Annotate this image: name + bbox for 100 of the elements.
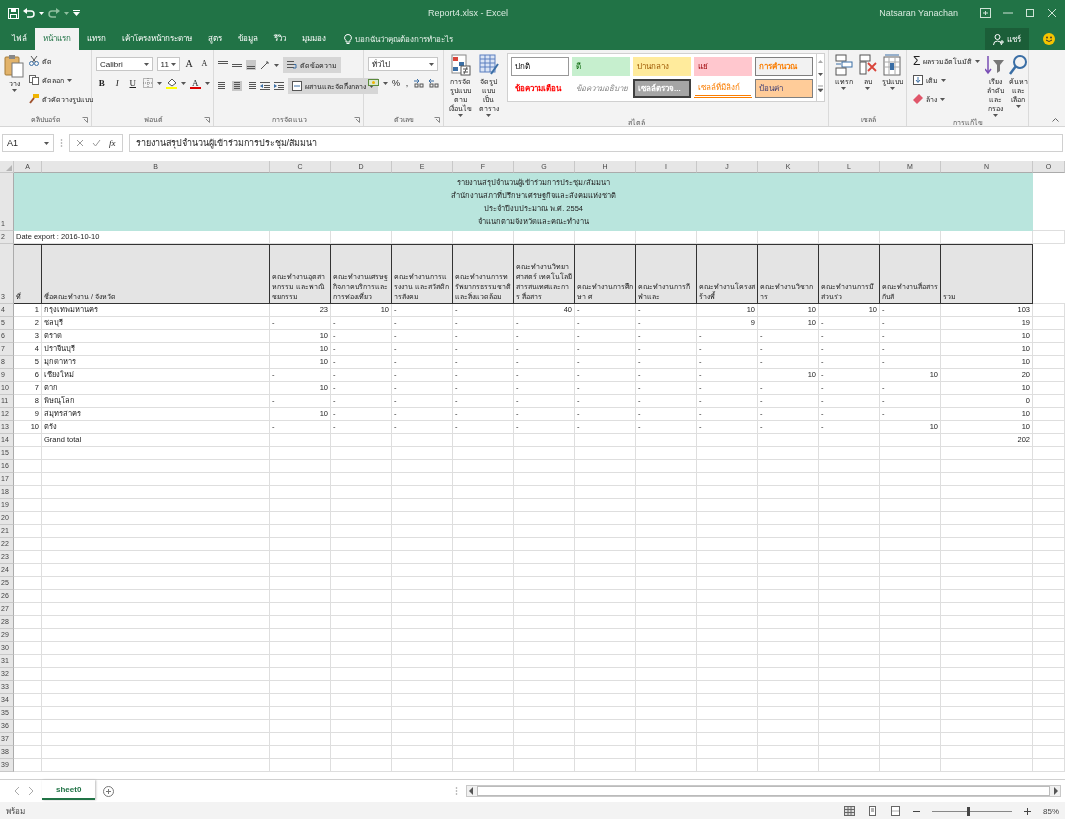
- user-name[interactable]: Natsaran Yanachan: [879, 8, 958, 18]
- sort-filter-icon: [985, 54, 1006, 76]
- copy-icon: [29, 75, 39, 85]
- ribbon-tab[interactable]: มุมมอง: [294, 28, 334, 50]
- borders-icon[interactable]: [142, 78, 153, 88]
- cell-style-option[interactable]: ดี: [572, 57, 630, 76]
- restore-icon[interactable]: [1025, 8, 1035, 18]
- zoom-level[interactable]: 85%: [1043, 806, 1059, 816]
- format-cells-icon: [883, 54, 902, 76]
- page-layout-icon[interactable]: [867, 806, 878, 816]
- new-sheet-icon[interactable]: [103, 785, 115, 797]
- merge-cells-icon: [292, 81, 302, 91]
- caret-icon: [143, 62, 149, 66]
- cell-style-option[interactable]: ปานกลาง: [633, 57, 691, 76]
- cell-style-option[interactable]: แย่: [694, 57, 752, 76]
- ribbon-tab[interactable]: ข้อมูล: [230, 28, 266, 50]
- insert-function-button[interactable]: fx: [109, 138, 116, 148]
- ribbon-tab[interactable]: รีวิว: [266, 28, 294, 50]
- zoom-in-icon[interactable]: [1024, 807, 1031, 815]
- undo-icon[interactable]: [23, 7, 35, 19]
- delete-cells-icon: [859, 54, 877, 76]
- shrink-font-button[interactable]: A: [198, 57, 210, 71]
- select-all-icon[interactable]: [6, 165, 12, 171]
- increase-decimal-icon[interactable]: [414, 78, 425, 88]
- bold-button[interactable]: B: [96, 76, 108, 90]
- ribbon-tab[interactable]: สูตร: [200, 28, 230, 50]
- smiley-icon[interactable]: [1043, 33, 1055, 45]
- caret-icon: [39, 11, 44, 15]
- cell-style-option[interactable]: ป้อนค่า: [755, 79, 813, 98]
- tell-me-search[interactable]: บอกฉันว่าคุณต้องการทำอะไร: [344, 28, 453, 50]
- enter-icon[interactable]: [92, 139, 101, 147]
- decrease-indent-icon[interactable]: [260, 81, 270, 91]
- dialog-launcher-icon[interactable]: [82, 117, 88, 123]
- table-format-icon: [478, 54, 499, 76]
- number-format-field[interactable]: ทั่วไป: [368, 57, 438, 71]
- formula-field[interactable]: รายงานสรุปจำนวนผู้เข้าร่วมการประชุม/สัมมนา: [128, 134, 1063, 152]
- font-size-field[interactable]: 11: [156, 57, 180, 71]
- ribbon-tab[interactable]: ไฟล์: [4, 28, 35, 50]
- cell-style-option[interactable]: ปกติ: [511, 57, 569, 76]
- ribbon-tab[interactable]: แทรก: [79, 28, 114, 50]
- grip-icon: [60, 138, 63, 148]
- font-color-button[interactable]: A: [189, 77, 201, 89]
- caret-icon: [865, 87, 871, 90]
- paintbrush-icon: [29, 94, 39, 104]
- cell-style-option[interactable]: ข้อความเตือน: [511, 79, 569, 98]
- window-title: Report4.xlsx - Excel: [428, 8, 510, 18]
- ribbon-tab[interactable]: เค้าโครงหน้ากระดาษ: [114, 28, 200, 50]
- text-orientation-icon[interactable]: [260, 60, 270, 70]
- page-break-icon[interactable]: [890, 806, 901, 816]
- grip-icon: [455, 786, 458, 796]
- caret-icon: [180, 81, 186, 85]
- zoom-slider-thumb[interactable]: [967, 806, 970, 816]
- currency-icon[interactable]: [368, 78, 379, 88]
- caret-icon: [429, 62, 434, 66]
- underline-button[interactable]: U: [127, 76, 139, 90]
- align-bottom-icon[interactable]: [246, 60, 256, 70]
- scroll-left-icon[interactable]: [467, 786, 475, 796]
- close-icon[interactable]: [1047, 8, 1057, 18]
- caret-icon: [170, 62, 176, 66]
- sheet-tab[interactable]: sheet0: [42, 780, 96, 800]
- caret-icon: [941, 78, 946, 82]
- caret-icon: [64, 11, 69, 15]
- increase-indent-icon[interactable]: [274, 81, 284, 91]
- share-button[interactable]: แชร์: [985, 28, 1029, 50]
- decrease-decimal-icon[interactable]: [429, 78, 440, 88]
- wrap-text-icon: [287, 60, 297, 70]
- ribbon-tab[interactable]: หน้าแรก: [35, 28, 79, 50]
- dialog-launcher-icon[interactable]: [354, 117, 360, 123]
- caret-icon: [369, 84, 374, 88]
- dialog-launcher-icon[interactable]: [204, 117, 210, 123]
- redo-icon[interactable]: [48, 7, 60, 19]
- comma-button[interactable]: ,: [404, 76, 410, 90]
- dialog-launcher-icon[interactable]: [434, 117, 440, 123]
- cell-style-option[interactable]: ข้อความอธิบาย: [572, 79, 630, 98]
- save-icon[interactable]: [8, 7, 19, 19]
- align-right-icon[interactable]: [246, 81, 256, 91]
- cancel-icon[interactable]: [76, 139, 84, 147]
- percent-button[interactable]: %: [392, 76, 400, 90]
- italic-button[interactable]: I: [111, 76, 123, 90]
- name-box[interactable]: A1: [2, 134, 54, 152]
- caret-icon: [975, 59, 981, 63]
- grow-font-button[interactable]: A: [183, 57, 195, 71]
- caret-icon: [992, 114, 998, 117]
- ribbon-options-icon[interactable]: [980, 8, 991, 18]
- align-left-icon[interactable]: [218, 81, 228, 91]
- caret-icon: [205, 81, 210, 85]
- caret-icon: [486, 114, 491, 117]
- normal-view-icon[interactable]: [844, 806, 855, 816]
- font-name-field[interactable]: Calibri: [96, 57, 153, 71]
- customize-icon[interactable]: [73, 10, 80, 16]
- eraser-icon: [913, 94, 923, 104]
- conditional-format-icon: [450, 54, 471, 76]
- horizontal-scrollbar[interactable]: [466, 785, 1061, 797]
- collapse-ribbon-icon[interactable]: [1052, 117, 1059, 122]
- caret-icon: [889, 87, 895, 90]
- clipboard-icon: [4, 54, 24, 78]
- scroll-right-icon[interactable]: [1052, 786, 1060, 796]
- caret-icon: [841, 87, 847, 90]
- align-center-icon[interactable]: [232, 81, 242, 91]
- fill-color-icon[interactable]: [165, 77, 177, 89]
